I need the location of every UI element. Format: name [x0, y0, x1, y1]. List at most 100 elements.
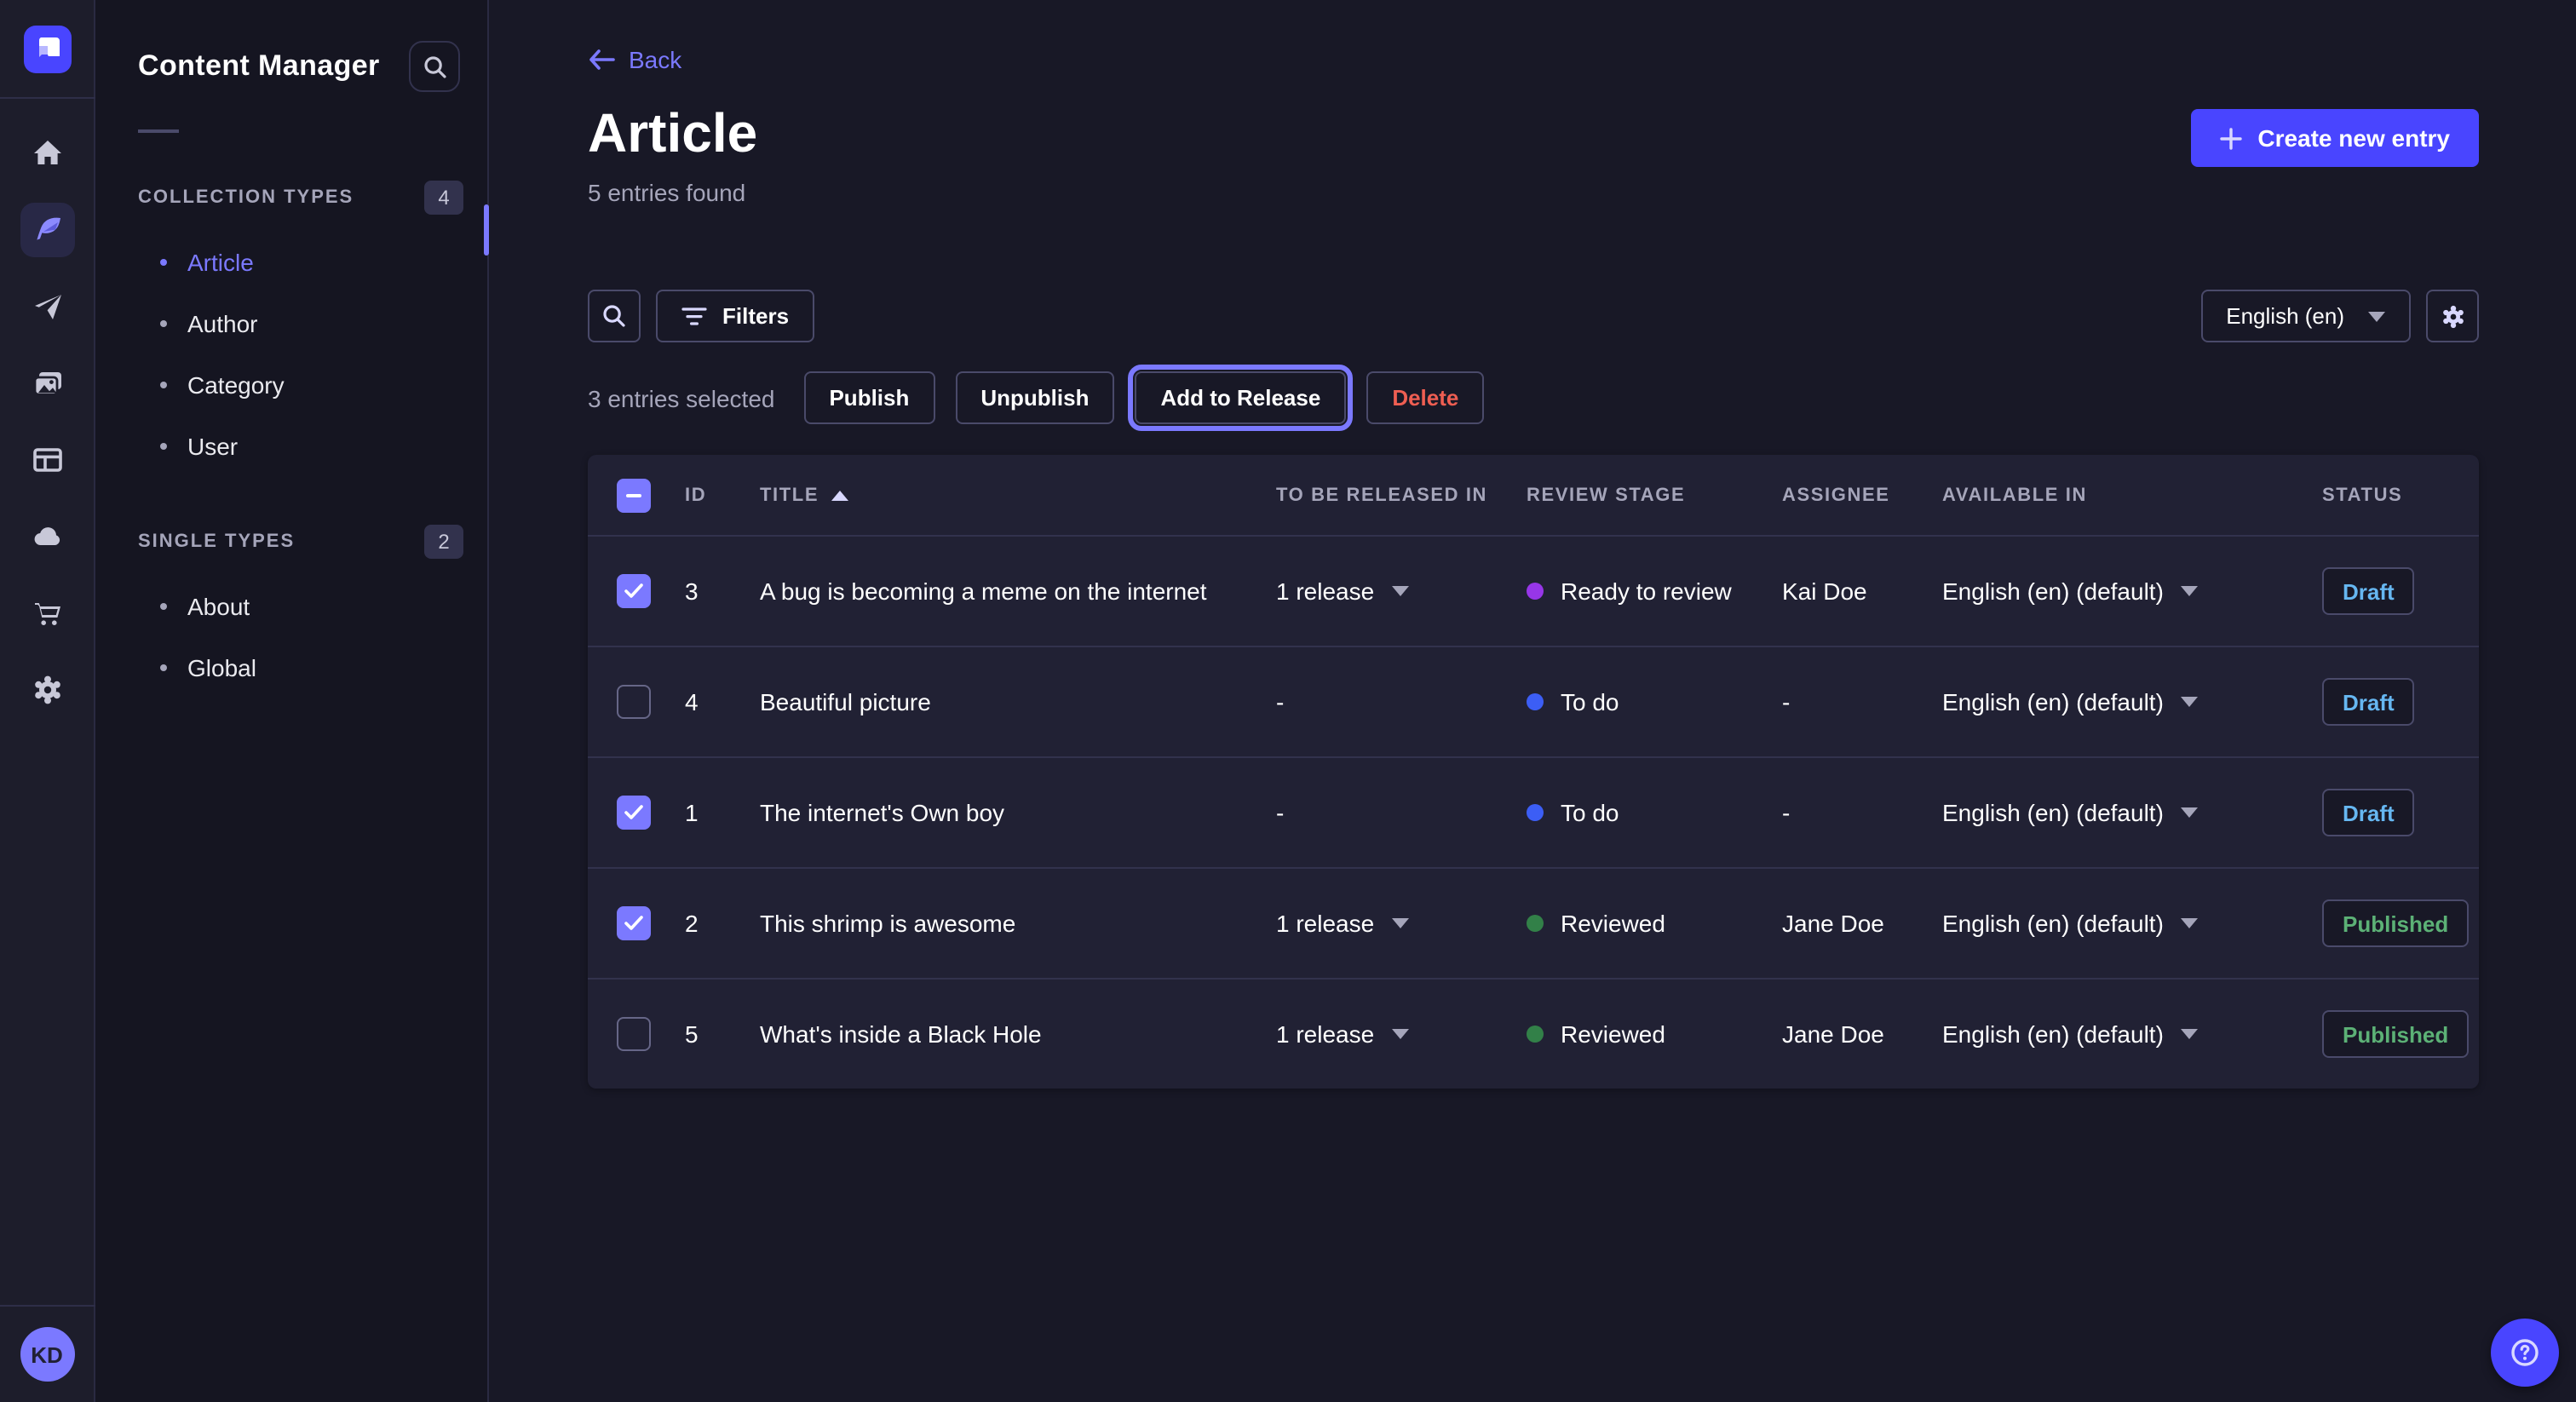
search-icon: [601, 303, 627, 329]
marketplace-cart-icon[interactable]: [20, 586, 74, 641]
table-row[interactable]: 4 Beautiful picture - To do - English (e…: [588, 646, 2479, 756]
row-checkbox[interactable]: [617, 906, 651, 940]
rail-icon-list: [20, 126, 74, 1305]
stage-dot-icon: [1527, 1026, 1544, 1043]
cell-released-in[interactable]: 1 release: [1276, 577, 1527, 605]
stage-dot-icon: [1527, 915, 1544, 932]
feather-content-icon[interactable]: [20, 203, 74, 257]
column-header-title[interactable]: TITLE: [760, 485, 1276, 505]
table-row[interactable]: 1 The internet's Own boy - To do - Engli…: [588, 756, 2479, 867]
table-row[interactable]: 3 A bug is becoming a meme on the intern…: [588, 535, 2479, 646]
plus-icon: [2220, 127, 2242, 149]
chevron-down-icon: [2181, 807, 2198, 818]
sidebar-item-user[interactable]: User: [95, 416, 487, 477]
locale-select[interactable]: English (en): [2200, 290, 2411, 342]
cell-released-in: -: [1276, 688, 1527, 715]
row-checkbox[interactable]: [617, 685, 651, 719]
arrow-left-icon: [588, 49, 615, 70]
status-badge: Published: [2322, 1010, 2469, 1058]
cell-available-in[interactable]: English (en) (default): [1942, 577, 2322, 605]
cloud-icon[interactable]: [20, 509, 74, 564]
table-row[interactable]: 5 What's inside a Black Hole 1 release R…: [588, 978, 2479, 1089]
column-header-review-stage[interactable]: REVIEW STAGE: [1527, 485, 1782, 505]
sidebar-item-author[interactable]: Author: [95, 293, 487, 354]
column-header-status[interactable]: STATUS: [2322, 485, 2479, 505]
section-label: SINGLE TYPES: [138, 531, 295, 552]
column-header-available-in[interactable]: AVAILABLE IN: [1942, 485, 2322, 505]
main-nav-rail: KD: [0, 0, 95, 1402]
back-link[interactable]: Back: [588, 46, 681, 73]
question-mark-icon: [2508, 1336, 2542, 1370]
cell-available-in[interactable]: English (en) (default): [1942, 688, 2322, 715]
cell-available-in[interactable]: English (en) (default): [1942, 910, 2322, 937]
cell-released-in[interactable]: 1 release: [1276, 1020, 1527, 1048]
settings-gear-icon[interactable]: [20, 663, 74, 717]
unpublish-button[interactable]: Unpublish: [955, 371, 1114, 424]
chevron-down-icon: [1391, 586, 1408, 596]
selection-count: 3 entries selected: [588, 384, 774, 411]
cell-released-in: -: [1276, 799, 1527, 826]
select-all-checkbox[interactable]: [617, 478, 651, 512]
bullet-icon: [160, 382, 167, 388]
view-settings-button[interactable]: [2426, 290, 2479, 342]
cell-assignee: -: [1782, 799, 1942, 826]
sidebar-item-category[interactable]: Category: [95, 354, 487, 416]
chevron-down-icon: [2181, 697, 2198, 707]
page-title: Article: [588, 102, 757, 165]
filter-icon: [681, 306, 707, 326]
cell-id: 2: [685, 910, 760, 937]
back-label: Back: [629, 46, 681, 73]
help-button[interactable]: [2491, 1319, 2559, 1387]
sidebar-item-label: Global: [187, 654, 256, 681]
status-badge: Draft: [2322, 789, 2415, 836]
sidebar-item-about[interactable]: About: [95, 576, 487, 637]
cell-released-in[interactable]: 1 release: [1276, 910, 1527, 937]
table-row[interactable]: 2 This shrimp is awesome 1 release Revie…: [588, 867, 2479, 978]
subnav-title: Content Manager: [138, 49, 380, 83]
cell-available-in[interactable]: English (en) (default): [1942, 1020, 2322, 1048]
filters-button[interactable]: Filters: [656, 290, 814, 342]
user-avatar[interactable]: KD: [20, 1327, 74, 1382]
section-collection-types: COLLECTION TYPES 4 Article Author Catego…: [95, 181, 487, 477]
cell-status: Published: [2322, 899, 2479, 947]
publish-button[interactable]: Publish: [803, 371, 934, 424]
column-header-released[interactable]: TO BE RELEASED IN: [1276, 485, 1527, 505]
sidebar-item-article[interactable]: Article: [95, 232, 487, 293]
section-count-badge: 2: [424, 525, 463, 559]
chevron-down-icon: [1391, 1029, 1408, 1039]
chevron-down-icon: [2181, 918, 2198, 928]
stage-dot-icon: [1527, 693, 1544, 710]
send-icon[interactable]: [20, 279, 74, 334]
media-library-icon[interactable]: [20, 356, 74, 411]
sidebar-item-global[interactable]: Global: [95, 637, 487, 698]
sidebar-item-label: Author: [187, 310, 258, 337]
cell-status: Draft: [2322, 678, 2479, 726]
entries-count: 5 entries found: [588, 179, 757, 206]
row-checkbox[interactable]: [617, 574, 651, 608]
subnav-search-button[interactable]: [409, 41, 460, 92]
delete-button[interactable]: Delete: [1366, 371, 1484, 424]
sidebar-item-label: User: [187, 433, 238, 460]
status-badge: Draft: [2322, 567, 2415, 615]
cell-id: 3: [685, 577, 760, 605]
main-content: Back Article 5 entries found Create new …: [489, 0, 2576, 1402]
row-checkbox[interactable]: [617, 796, 651, 830]
content-type-builder-icon[interactable]: [20, 433, 74, 487]
cell-status: Draft: [2322, 567, 2479, 615]
column-header-assignee[interactable]: ASSIGNEE: [1782, 485, 1942, 505]
row-checkbox[interactable]: [617, 1017, 651, 1051]
cell-available-in[interactable]: English (en) (default): [1942, 799, 2322, 826]
bullet-icon: [160, 664, 167, 671]
search-entries-button[interactable]: [588, 290, 641, 342]
add-to-release-button[interactable]: Add to Release: [1135, 371, 1346, 424]
home-icon[interactable]: [20, 126, 74, 181]
sidebar-item-label: About: [187, 593, 250, 620]
strapi-logo-glyph: [33, 36, 60, 63]
cell-status: Draft: [2322, 789, 2479, 836]
strapi-logo[interactable]: [23, 26, 71, 73]
column-header-id[interactable]: ID: [685, 485, 760, 505]
locale-value: English (en): [2226, 303, 2344, 329]
cell-title: This shrimp is awesome: [760, 910, 1276, 937]
create-new-entry-button[interactable]: Create new entry: [2191, 109, 2479, 167]
filters-label: Filters: [722, 303, 789, 329]
